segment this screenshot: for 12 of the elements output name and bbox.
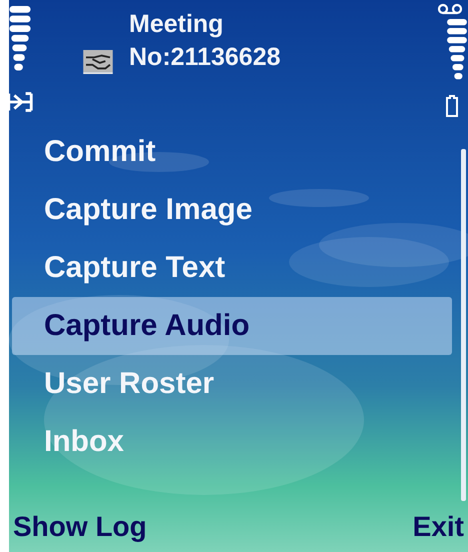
exit-softkey[interactable]: Exit — [408, 510, 468, 543]
voicemail-icon — [438, 3, 462, 15]
title-text: Meeting — [129, 9, 224, 40]
battery-icon — [446, 95, 458, 117]
show-log-softkey[interactable]: Show Log — [9, 510, 151, 543]
handshake-icon — [83, 50, 113, 76]
menu-item[interactable]: Commit — [12, 123, 452, 182]
menu-item[interactable]: Capture Audio — [12, 297, 452, 356]
menu-item[interactable]: Capture Text — [12, 239, 452, 298]
scrollbar[interactable] — [461, 149, 466, 502]
menu-item[interactable]: Capture Image — [12, 181, 452, 240]
title-text: No:21136628 — [129, 42, 282, 73]
